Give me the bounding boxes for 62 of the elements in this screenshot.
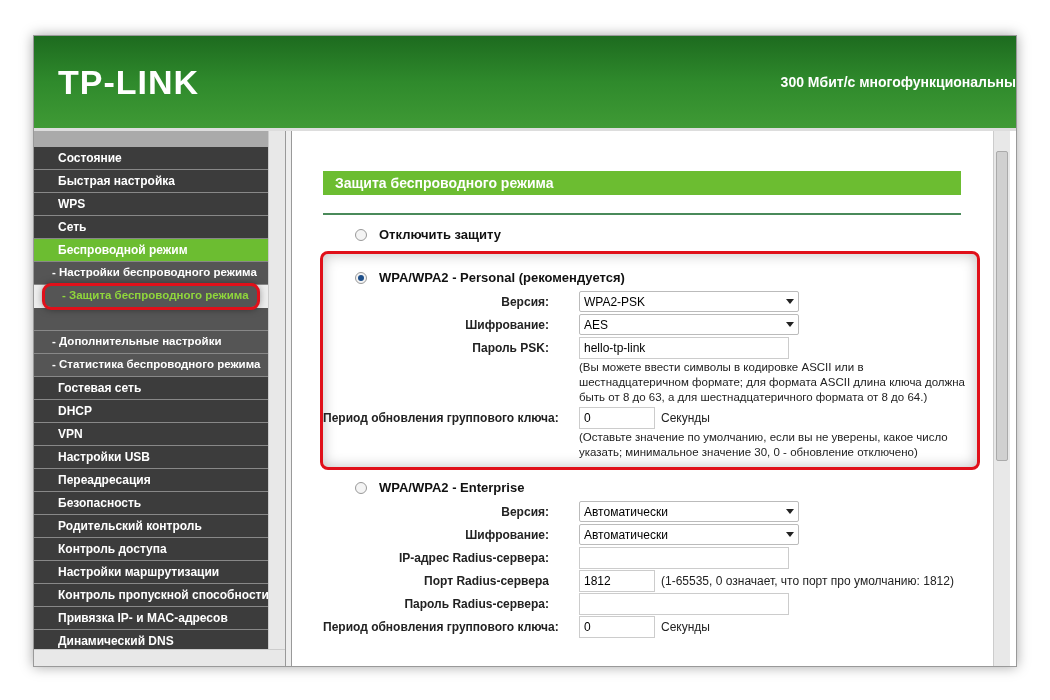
input-field[interactable] bbox=[579, 592, 789, 615]
field-hint: (Оставьте значение по умолчанию, если вы не уверены, какое число указать; минимальное значение 30, 0 - обновление отключено) bbox=[579, 430, 949, 460]
sidebar-item[interactable]: Безопасность bbox=[34, 492, 269, 515]
field-label: Период обновления группового ключа: bbox=[323, 409, 560, 427]
sidebar-item[interactable]: - Статистика беспроводного режима bbox=[34, 354, 269, 377]
dropdown[interactable]: Автоматически bbox=[579, 524, 799, 545]
field-hint: (Вы можете ввести символы в кодировке ASCII или в шестнадцатеричном формате; для формата ASCII длина ключа должна быть от 8 до 63, а для шестнадцатеричного формата от 8 до 64.) bbox=[579, 360, 966, 405]
input-field[interactable]: 0 bbox=[579, 406, 655, 429]
input-field[interactable] bbox=[579, 546, 789, 569]
sidebar-item[interactable]: Гостевая сеть bbox=[34, 377, 269, 400]
scrollbar[interactable] bbox=[993, 131, 1010, 666]
sidebar-item[interactable]: Быстрая настройка bbox=[34, 170, 269, 193]
logo: TP-LINK bbox=[58, 61, 200, 103]
sidebar-item[interactable]: Динамический DNS bbox=[34, 630, 269, 649]
sidebar-item[interactable]: - Дополнительные настройки bbox=[34, 331, 269, 354]
sidebar-item[interactable]: Привязка IP- и MAC-адресов bbox=[34, 607, 269, 630]
option-label: WPA/WPA2 - Enterprise bbox=[379, 479, 525, 498]
sidebar-item[interactable]: Настройки USB bbox=[34, 446, 269, 469]
field-label: Порт Radius-сервера bbox=[423, 572, 550, 590]
field-label: Шифрование: bbox=[464, 316, 550, 334]
sidebar-item[interactable]: WPS bbox=[34, 193, 269, 216]
dropdown[interactable]: AES bbox=[579, 314, 799, 335]
field-unit: Секунды bbox=[661, 409, 710, 427]
sidebar-item[interactable] bbox=[34, 308, 269, 331]
field-label: Версия: bbox=[500, 293, 550, 311]
sidebar-item[interactable]: - Настройки беспроводного режима bbox=[34, 262, 269, 285]
sidebar-item[interactable]: Контроль доступа bbox=[34, 538, 269, 561]
caret-icon bbox=[786, 532, 794, 537]
sidebar-item[interactable]: - Защита беспроводного режима bbox=[44, 285, 259, 308]
field-unit: Секунды bbox=[661, 618, 710, 636]
option-label: WPA/WPA2 - Personal (рекомендуется) bbox=[379, 269, 625, 288]
input-field[interactable]: hello-tp-link bbox=[579, 336, 789, 359]
input-field[interactable]: 0 bbox=[579, 615, 655, 638]
sidebar-item[interactable]: Контроль пропускной способности bbox=[34, 584, 269, 607]
field-label: Шифрование: bbox=[464, 526, 550, 544]
input-field[interactable]: 1812 bbox=[579, 569, 655, 592]
field-unit: (1-65535, 0 означает, что порт про умолчанию: 1812) bbox=[661, 572, 954, 590]
sidebar-item[interactable]: Сеть bbox=[34, 216, 269, 239]
caret-icon bbox=[786, 509, 794, 514]
dropdown[interactable]: Автоматически bbox=[579, 501, 799, 522]
horizontal-scrollbar[interactable] bbox=[34, 649, 285, 666]
field-label: IP-адрес Radius-сервера: bbox=[397, 549, 550, 567]
sidebar-item[interactable]: DHCP bbox=[34, 400, 269, 423]
sidebar-item[interactable]: Настройки маршрутизации bbox=[34, 561, 269, 584]
radio-button[interactable] bbox=[355, 272, 367, 284]
header-tagline: 300 Мбит/с многофункциональны bbox=[780, 72, 1016, 92]
sidebar-item[interactable]: Состояние bbox=[34, 147, 269, 170]
field-label: Пароль Radius-сервера: bbox=[403, 595, 550, 613]
scrollbar[interactable] bbox=[268, 131, 285, 649]
caret-icon bbox=[786, 322, 794, 327]
field-label: Период обновления группового ключа: bbox=[323, 618, 560, 636]
sidebar-item[interactable]: VPN bbox=[34, 423, 269, 446]
dropdown[interactable]: WPA2-PSK bbox=[579, 291, 799, 312]
field-label: Пароль PSK: bbox=[471, 339, 550, 357]
section-heading: Защита беспроводного режима bbox=[323, 171, 961, 195]
sidebar-item[interactable]: Переадресация bbox=[34, 469, 269, 492]
radio-button[interactable] bbox=[355, 229, 367, 241]
option-label: Отключить защиту bbox=[379, 226, 501, 245]
radio-button[interactable] bbox=[355, 482, 367, 494]
field-label: Версия: bbox=[500, 503, 550, 521]
sidebar-item[interactable]: Родительский контроль bbox=[34, 515, 269, 538]
caret-icon bbox=[786, 299, 794, 304]
